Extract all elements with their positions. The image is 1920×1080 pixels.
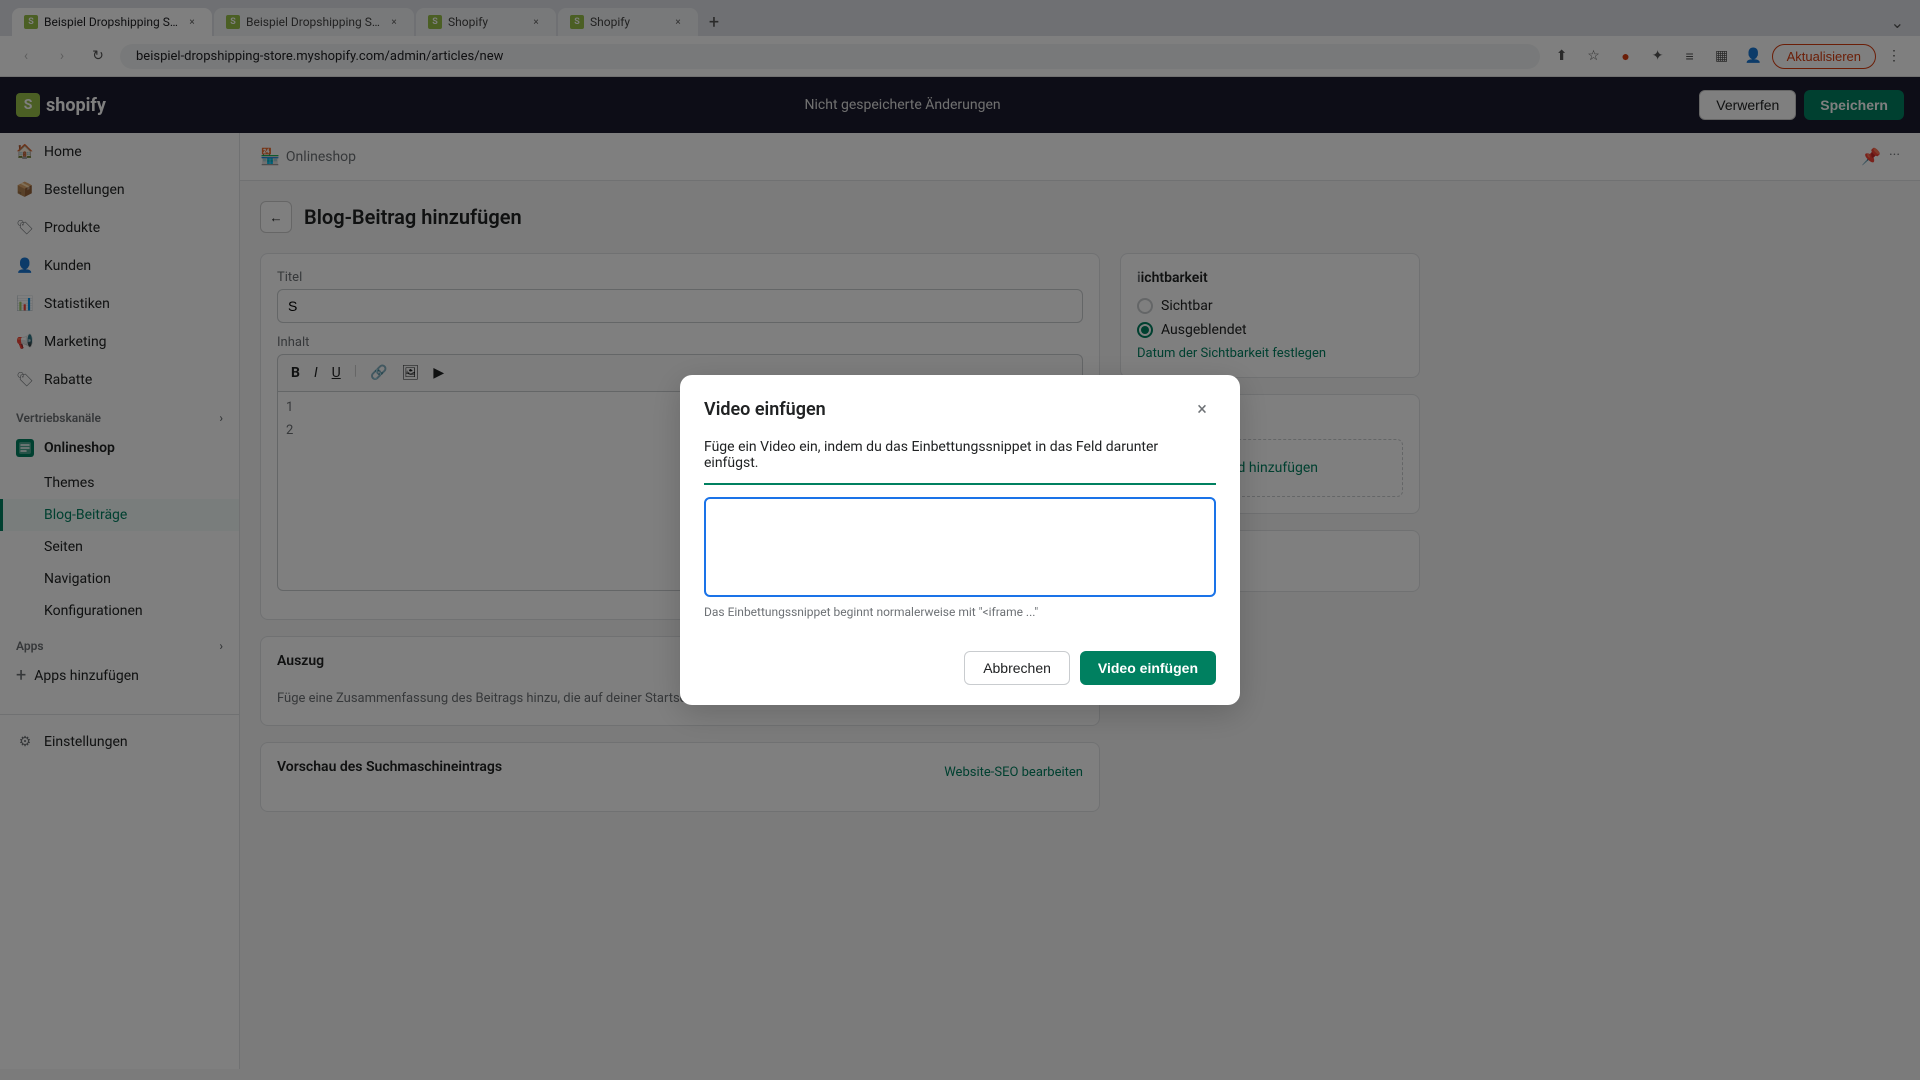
modal-header: Video einfügen × bbox=[680, 375, 1240, 423]
modal-close-button[interactable]: × bbox=[1188, 395, 1216, 423]
modal-body: Füge ein Video ein, indem du das Einbett… bbox=[680, 423, 1240, 635]
video-insert-modal: Video einfügen × Füge ein Video ein, ind… bbox=[680, 375, 1240, 705]
modal-title: Video einfügen bbox=[704, 399, 826, 420]
modal-description: Füge ein Video ein, indem du das Einbett… bbox=[704, 439, 1216, 485]
modal-hint: Das Einbettungssnippet beginnt normalerw… bbox=[704, 605, 1216, 619]
cancel-button[interactable]: Abbrechen bbox=[964, 651, 1070, 685]
embed-snippet-textarea[interactable] bbox=[704, 497, 1216, 597]
modal-footer: Abbrechen Video einfügen bbox=[680, 635, 1240, 705]
insert-video-button[interactable]: Video einfügen bbox=[1080, 651, 1216, 685]
modal-overlay[interactable]: Video einfügen × Füge ein Video ein, ind… bbox=[0, 0, 1920, 1080]
